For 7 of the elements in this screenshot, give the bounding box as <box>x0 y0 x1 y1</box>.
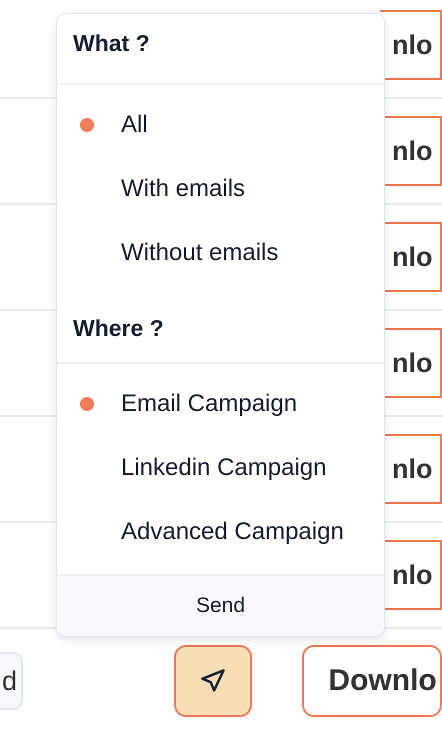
section-heading: Where ? <box>73 314 164 342</box>
send-button[interactable] <box>174 645 252 717</box>
section-heading: What ? <box>73 30 150 57</box>
send-button[interactable]: Send <box>57 574 384 636</box>
button[interactable]: d <box>0 652 24 710</box>
download-button[interactable]: Downlo <box>302 645 442 717</box>
download-button[interactable]: nlo <box>380 10 442 80</box>
